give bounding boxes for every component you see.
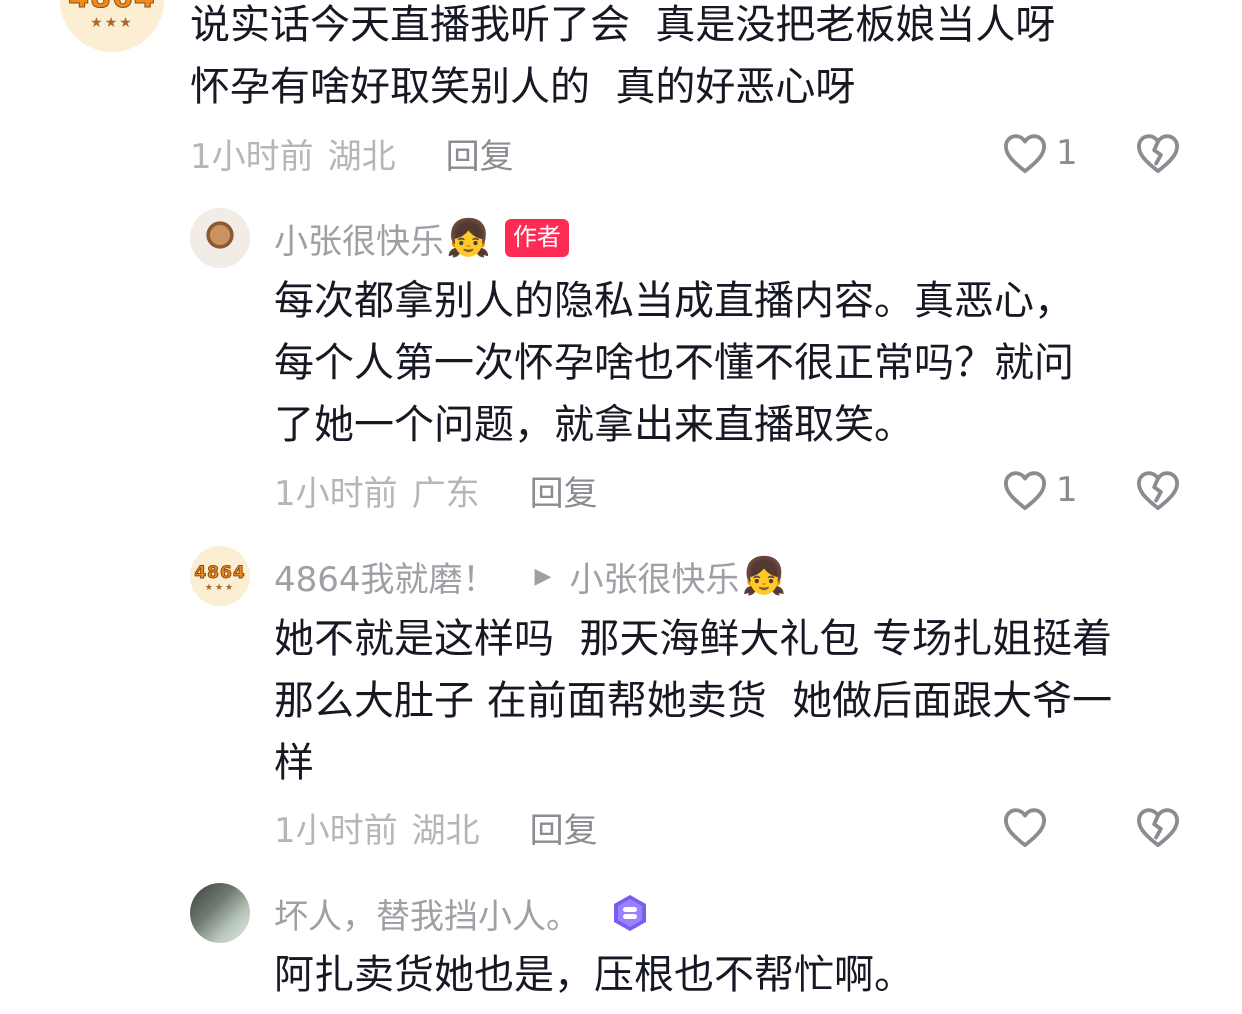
comment-location: 湖北 [411, 810, 480, 851]
dislike-button[interactable] [1134, 128, 1182, 178]
reply-to-username[interactable]: 小张很快乐 [569, 552, 739, 601]
girl-emoji-icon: 👧 [446, 218, 491, 259]
username[interactable]: 小张很快乐 [274, 214, 444, 263]
broken-heart-icon [1136, 134, 1179, 174]
comment-text: 她不就是这样吗 那天海鲜大礼包 专场扎姐挺着 那么大肚子 在前面帮她卖货 她做后… [274, 616, 1113, 786]
dislike-button[interactable] [1134, 465, 1182, 515]
username[interactable]: 4864我就磨！ [274, 552, 497, 601]
comment-location: 广东 [411, 473, 480, 514]
comment-meta: 1小时前 湖北 回复 [190, 128, 514, 178]
heart-outline-icon [1004, 134, 1046, 174]
like-count: 1 [1056, 133, 1078, 173]
username-row: 坏人，替我挡小人。 [274, 883, 650, 943]
comment-text: 说实话今天直播我听了会 真是没把老板娘当人呀 怀孕有啥好取笑别人的 真的好恶心呀 [190, 2, 1056, 110]
girl-emoji-icon: 👧 [741, 556, 787, 597]
avatar-badge-stars: ★★★ [204, 583, 236, 593]
heart-outline-icon [1004, 471, 1046, 511]
like-button[interactable]: 1 [1002, 128, 1078, 178]
comment-text: 每次都拿别人的隐私当成直播内容。真恶心， 每个人第一次怀孕啥也不懂不很正常吗？就… [274, 278, 1074, 448]
avatar[interactable] [190, 208, 250, 268]
avatar[interactable] [190, 883, 250, 943]
username-row: 小张很快乐 👧 作者 [274, 208, 569, 268]
reply-button[interactable]: 回复 [530, 466, 598, 515]
username-row: 4864我就磨！ ▶ 小张很快乐 👧 [274, 546, 786, 606]
avatar-badge-number: 4864 [68, 0, 156, 15]
author-tag: 作者 [504, 219, 569, 257]
play-arrow-icon: ▶ [534, 563, 552, 589]
comment-meta: 1小时前 湖北 回复 [274, 802, 598, 852]
avatar-badge-number: 4864 [194, 563, 246, 584]
comment-time: 1小时前 [274, 473, 398, 514]
broken-heart-icon [1136, 808, 1179, 848]
avatar-badge-stars: ★★★ [90, 14, 134, 31]
like-count: 1 [1056, 470, 1078, 510]
dislike-button[interactable] [1134, 802, 1182, 852]
level-badge-icon [610, 893, 650, 933]
avatar[interactable]: 4864 ★★★ [190, 546, 250, 606]
reply-button[interactable]: 回复 [530, 803, 598, 852]
avatar[interactable]: 4864 ★★★ [60, 0, 164, 52]
comment-text: 阿扎卖货她也是，压根也不帮忙啊。 [274, 952, 914, 998]
like-button[interactable]: 1 [1002, 465, 1078, 515]
like-button[interactable] [1002, 802, 1056, 852]
comment-meta: 1小时前 广东 回复 [274, 465, 598, 515]
username[interactable]: 坏人，替我挡小人。 [274, 889, 580, 938]
comment-location: 湖北 [327, 136, 396, 177]
reply-button[interactable]: 回复 [446, 129, 514, 178]
heart-outline-icon [1004, 808, 1046, 848]
comment-time: 1小时前 [274, 810, 398, 851]
comment-time: 1小时前 [190, 136, 314, 177]
broken-heart-icon [1136, 471, 1179, 511]
